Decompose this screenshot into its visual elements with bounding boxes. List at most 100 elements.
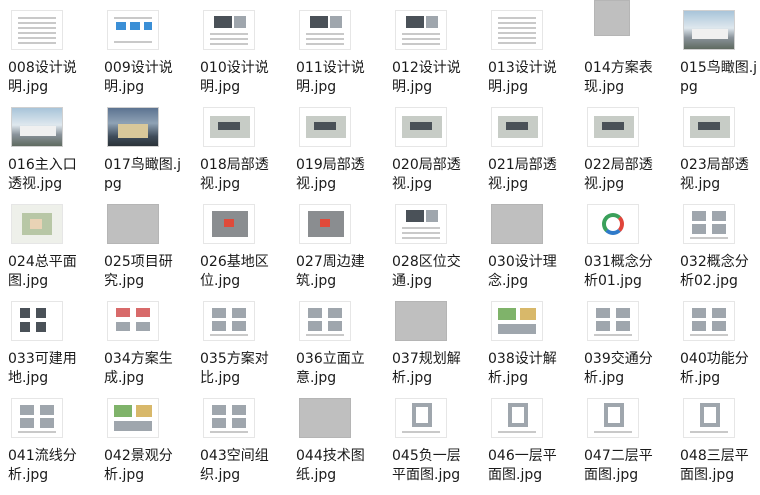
file-grid: 008设计说明.jpg 009设计说明.jpg 010设计说明.jpg 011设计说明… bbox=[0, 0, 760, 495]
file-thumbnail bbox=[683, 107, 735, 147]
file-name: 044技术图纸.jpg bbox=[296, 448, 365, 483]
file-name: 009设计说明.jpg bbox=[104, 60, 173, 95]
file-item[interactable]: 012设计说明.jpg bbox=[384, 10, 476, 102]
file-name: 043空间组织.jpg bbox=[200, 448, 269, 483]
file-item[interactable]: 041流线分析.jpg bbox=[0, 398, 92, 490]
file-name: 048三层平面图.jpg bbox=[680, 448, 749, 483]
file-item[interactable]: 033可建用地.jpg bbox=[0, 301, 92, 393]
file-item[interactable]: 035方案对比.jpg bbox=[192, 301, 284, 393]
file-name: 030设计理念.jpg bbox=[488, 254, 557, 289]
file-name: 025项目研究.jpg bbox=[104, 254, 173, 289]
file-item[interactable]: 011设计说明.jpg bbox=[288, 10, 380, 102]
file-item[interactable]: 010设计说明.jpg bbox=[192, 10, 284, 102]
file-name: 015鸟瞰图.jpg bbox=[680, 60, 758, 95]
file-name: 028区位交通.jpg bbox=[392, 254, 461, 289]
file-name: 038设计解析.jpg bbox=[488, 351, 557, 386]
file-name: 040功能分析.jpg bbox=[680, 351, 749, 386]
file-thumbnail bbox=[683, 398, 735, 438]
file-item[interactable]: 045负一层平面图.jpg bbox=[384, 398, 476, 490]
file-item[interactable]: 021局部透视.jpg bbox=[480, 107, 572, 199]
file-name: 034方案生成.jpg bbox=[104, 351, 173, 386]
file-item[interactable]: 015鸟瞰图.jpg bbox=[672, 10, 760, 102]
file-item[interactable]: 043空间组织.jpg bbox=[192, 398, 284, 490]
file-item[interactable]: 034方案生成.jpg bbox=[96, 301, 188, 393]
file-thumbnail bbox=[395, 398, 447, 438]
file-item[interactable]: 042景观分析.jpg bbox=[96, 398, 188, 490]
file-thumbnail bbox=[203, 204, 255, 244]
file-thumbnail bbox=[299, 204, 351, 244]
file-name: 012设计说明.jpg bbox=[392, 60, 461, 95]
file-thumbnail bbox=[11, 204, 63, 244]
file-name: 036立面立意.jpg bbox=[296, 351, 365, 386]
file-item[interactable]: 028区位交通.jpg bbox=[384, 204, 476, 296]
file-thumbnail bbox=[395, 204, 447, 244]
file-name: 019局部透视.jpg bbox=[296, 157, 365, 192]
file-thumbnail bbox=[491, 398, 543, 438]
file-item[interactable]: 020局部透视.jpg bbox=[384, 107, 476, 199]
file-item[interactable]: 026基地区位.jpg bbox=[192, 204, 284, 296]
file-name: 020局部透视.jpg bbox=[392, 157, 461, 192]
file-thumbnail bbox=[11, 10, 63, 50]
file-item[interactable]: 016主入口透视.jpg bbox=[0, 107, 92, 199]
file-thumbnail bbox=[491, 204, 543, 244]
file-item[interactable]: 031概念分析01.jpg bbox=[576, 204, 668, 296]
file-item[interactable]: 018局部透视.jpg bbox=[192, 107, 284, 199]
file-item[interactable]: 025项目研究.jpg bbox=[96, 204, 188, 296]
file-thumbnail bbox=[683, 10, 735, 50]
ring-diagram bbox=[602, 213, 624, 235]
file-thumbnail bbox=[203, 10, 255, 50]
file-thumbnail bbox=[395, 301, 447, 341]
file-thumbnail bbox=[11, 398, 63, 438]
file-thumbnail bbox=[683, 204, 735, 244]
file-item[interactable]: 023局部透视.jpg bbox=[672, 107, 760, 199]
file-thumbnail bbox=[587, 301, 639, 341]
file-item[interactable]: 046一层平面图.jpg bbox=[480, 398, 572, 490]
file-thumbnail bbox=[299, 107, 351, 147]
file-item[interactable]: 027周边建筑.jpg bbox=[288, 204, 380, 296]
file-thumbnail bbox=[299, 301, 351, 341]
file-item[interactable]: 038设计解析.jpg bbox=[480, 301, 572, 393]
file-name: 022局部透视.jpg bbox=[584, 157, 653, 192]
file-thumbnail bbox=[587, 398, 639, 438]
file-item[interactable]: 032概念分析02.jpg bbox=[672, 204, 760, 296]
file-item[interactable]: 008设计说明.jpg bbox=[0, 10, 92, 102]
file-name: 024总平面图.jpg bbox=[8, 254, 77, 289]
file-name: 041流线分析.jpg bbox=[8, 448, 77, 483]
file-name: 033可建用地.jpg bbox=[8, 351, 77, 386]
file-item[interactable]: 009设计说明.jpg bbox=[96, 10, 188, 102]
file-thumbnail bbox=[587, 204, 639, 244]
file-thumbnail bbox=[491, 301, 543, 341]
file-name: 016主入口透视.jpg bbox=[8, 157, 77, 192]
file-item[interactable]: 013设计说明.jpg bbox=[480, 10, 572, 102]
file-item[interactable]: 037规划解析.jpg bbox=[384, 301, 476, 393]
file-item[interactable]: 014方案表现.jpg bbox=[576, 0, 668, 102]
file-name: 011设计说明.jpg bbox=[296, 60, 365, 95]
file-thumbnail bbox=[11, 301, 63, 341]
file-item[interactable]: 030设计理念.jpg bbox=[480, 204, 572, 296]
file-name: 042景观分析.jpg bbox=[104, 448, 173, 483]
file-item[interactable]: 047二层平面图.jpg bbox=[576, 398, 668, 490]
file-item[interactable]: 048三层平面图.jpg bbox=[672, 398, 760, 490]
file-item[interactable]: 019局部透视.jpg bbox=[288, 107, 380, 199]
file-thumbnail bbox=[107, 10, 159, 50]
file-item[interactable]: 024总平面图.jpg bbox=[0, 204, 92, 296]
file-thumbnail bbox=[203, 301, 255, 341]
file-item[interactable]: 022局部透视.jpg bbox=[576, 107, 668, 199]
file-item[interactable]: 036立面立意.jpg bbox=[288, 301, 380, 393]
file-name: 010设计说明.jpg bbox=[200, 60, 269, 95]
file-thumbnail bbox=[203, 107, 255, 147]
file-name: 037规划解析.jpg bbox=[392, 351, 461, 386]
file-thumbnail bbox=[395, 10, 447, 50]
file-item[interactable]: 040功能分析.jpg bbox=[672, 301, 760, 393]
file-item[interactable]: 039交通分析.jpg bbox=[576, 301, 668, 393]
file-name: 021局部透视.jpg bbox=[488, 157, 557, 192]
file-item[interactable]: 044技术图纸.jpg bbox=[288, 398, 380, 490]
file-item[interactable]: 017鸟瞰图.jpg bbox=[96, 107, 188, 199]
file-thumbnail bbox=[107, 398, 159, 438]
file-thumbnail bbox=[491, 10, 543, 50]
file-name: 035方案对比.jpg bbox=[200, 351, 269, 386]
file-name: 045负一层平面图.jpg bbox=[392, 448, 461, 483]
file-name: 023局部透视.jpg bbox=[680, 157, 749, 192]
file-name: 027周边建筑.jpg bbox=[296, 254, 365, 289]
file-name: 017鸟瞰图.jpg bbox=[104, 157, 182, 192]
